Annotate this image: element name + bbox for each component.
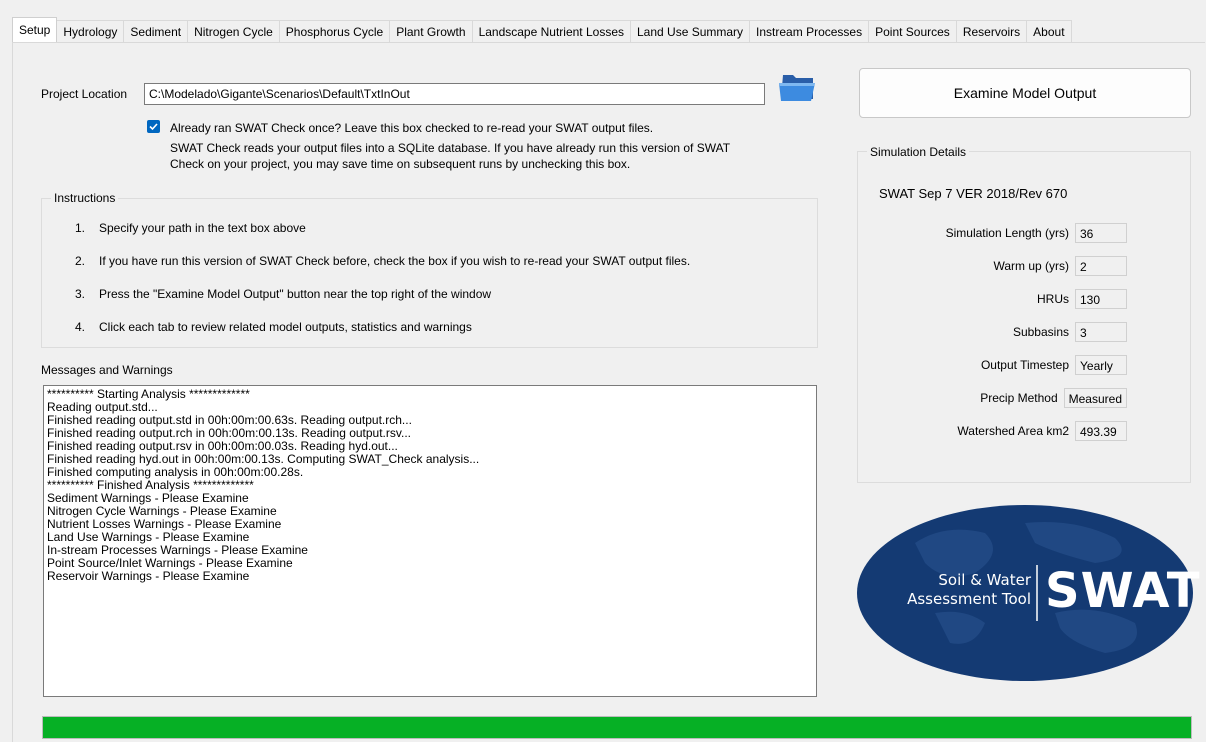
tab-bar: Setup Hydrology Sediment Nitrogen Cycle Phos… [12, 17, 1072, 42]
detail-value: 2 [1075, 256, 1127, 276]
message-line: ********** Starting Analysis ***********… [47, 387, 250, 401]
progress-bar [42, 716, 1192, 739]
messages-title: Messages and Warnings [41, 363, 173, 377]
detail-value: Measured [1063, 388, 1127, 408]
instruction-number: 1. [75, 221, 86, 235]
detail-value: 493.39 [1075, 421, 1127, 441]
checkbox-note-line-2: Check on your project, you may save time… [170, 157, 631, 171]
examine-model-output-button[interactable]: Examine Model Output [859, 68, 1191, 118]
detail-value: 36 [1075, 223, 1127, 243]
tab-sediment[interactable]: Sediment [123, 20, 189, 42]
instruction-text: If you have run this version of SWAT Che… [99, 254, 691, 268]
simulation-details-title: Simulation Details [867, 145, 970, 159]
detail-label: Watershed Area km2 [957, 424, 1069, 438]
tab-phosphorus-cycle[interactable]: Phosphorus Cycle [278, 20, 391, 42]
detail-label: Output Timestep [980, 358, 1069, 372]
instructions-title: Instructions [51, 191, 119, 205]
tab-point-sources[interactable]: Point Sources [868, 20, 957, 42]
tab-hydrology[interactable]: Hydrology [56, 20, 125, 42]
logo-swat-wordmark: SWAT [1045, 563, 1201, 619]
detail-value: Yearly [1075, 355, 1127, 375]
detail-row: Watershed Area km2 493.39 [957, 421, 1127, 441]
detail-row: Precip Method Measured [980, 388, 1127, 408]
detail-label: Warm up (yrs) [993, 259, 1069, 273]
tab-reservoirs[interactable]: Reservoirs [955, 20, 1028, 42]
detail-row: Simulation Length (yrs) 36 [946, 223, 1127, 243]
instruction-number: 3. [75, 287, 86, 301]
logo-line-1: Soil & Water [938, 571, 1031, 589]
instruction-number: 4. [75, 320, 86, 334]
detail-label: Precip Method [980, 391, 1058, 405]
detail-label: HRUs [1037, 292, 1069, 306]
detail-row: Subbasins 3 [1013, 322, 1127, 342]
instruction-text: Press the "Examine Model Output" button … [99, 287, 492, 301]
swat-version-text: SWAT Sep 7 VER 2018/Rev 670 [879, 186, 1068, 201]
instruction-text: Click each tab to review related model o… [99, 320, 472, 334]
setup-panel: Project Location Already ran SWAT Check … [12, 42, 1205, 742]
instruction-item: 4. Click each tab to review related model… [75, 320, 472, 334]
tab-instream-processes[interactable]: Instream Processes [749, 20, 870, 42]
detail-label: Subbasins [1012, 325, 1069, 339]
tab-nitrogen-cycle[interactable]: Nitrogen Cycle [187, 20, 280, 42]
tab-plant-growth[interactable]: Plant Growth [389, 20, 473, 42]
tab-landscape-nutrient-losses[interactable]: Landscape Nutrient Losses [471, 20, 631, 42]
detail-row: Warm up (yrs) 2 [993, 256, 1127, 276]
instruction-item: 3. Press the "Examine Model Output" butto… [75, 287, 491, 301]
simulation-details-list: Simulation Length (yrs) 36 Warm up (yrs) 2 H… [863, 223, 1127, 463]
project-location-label: Project Location [41, 87, 128, 101]
detail-value: 130 [1075, 289, 1127, 309]
detail-row: Output Timestep Yearly [981, 355, 1127, 375]
progress-fill [43, 717, 1191, 738]
tab-land-use-summary[interactable]: Land Use Summary [630, 20, 751, 42]
reread-checkbox[interactable] [147, 120, 160, 133]
swat-logo: Soil & Water Assessment Tool SWAT [855, 503, 1200, 683]
instruction-item: 2. If you have run this version of SWAT C… [75, 254, 690, 268]
message-line: Reservoir Warnings - Please Examine [47, 569, 250, 583]
examine-model-output-label: Examine Model Output [953, 85, 1097, 101]
logo-line-2: Assessment Tool [907, 590, 1031, 608]
detail-row: HRUs 130 [1037, 289, 1127, 309]
messages-textbox[interactable]: ********** Starting Analysis ***********… [43, 385, 817, 697]
instruction-number: 2. [75, 254, 86, 268]
checkbox-note-line-1: SWAT Check reads your output files into … [170, 141, 731, 155]
tab-about[interactable]: About [1026, 20, 1072, 42]
detail-label: Simulation Length (yrs) [945, 226, 1069, 240]
folder-icon[interactable] [777, 69, 817, 105]
reread-checkbox-label: Already ran SWAT Check once? Leave this … [170, 121, 654, 135]
project-location-input[interactable] [144, 83, 765, 105]
instruction-text: Specify your path in the text box above [99, 221, 306, 235]
instruction-item: 1. Specify your path in the text box abov… [75, 221, 306, 235]
tab-setup[interactable]: Setup [12, 17, 58, 42]
detail-value: 3 [1075, 322, 1127, 342]
